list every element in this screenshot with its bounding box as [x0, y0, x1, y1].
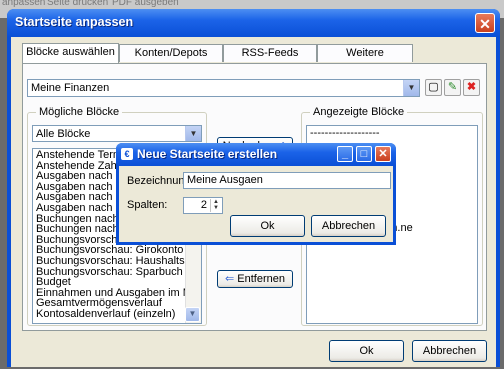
- arrow-left-icon: ⇐: [225, 273, 235, 285]
- start-page-select-value: Meine Finanzen: [31, 82, 110, 94]
- tab-rss-feeds[interactable]: RSS-Feeds verwalten: [223, 44, 317, 76]
- window-titlebar[interactable]: Startseite anpassen ✕: [7, 9, 500, 37]
- list-item[interactable]: Buchungsvorschau: Haushaltsbuch: [33, 256, 201, 267]
- dialog-cancel-button[interactable]: Abbrechen: [311, 215, 386, 237]
- cancel-button[interactable]: Abbrechen: [412, 340, 487, 362]
- new-page-icon[interactable]: ▢: [425, 79, 442, 96]
- window-title: Startseite anpassen: [15, 15, 134, 29]
- tab-assign-accounts[interactable]: Konten/Depots zuweisen: [119, 44, 223, 76]
- remove-button[interactable]: ⇐ Entfernen: [217, 270, 293, 288]
- delete-icon[interactable]: ✖: [463, 79, 480, 96]
- list-item[interactable]: -------------------: [307, 128, 477, 139]
- dialog-ok-button[interactable]: Ok: [230, 215, 305, 237]
- chevron-down-icon[interactable]: ▼: [185, 126, 201, 141]
- start-page-select[interactable]: Meine Finanzen ▼: [27, 79, 420, 97]
- edit-icon[interactable]: ✎: [444, 79, 461, 96]
- minimize-icon[interactable]: _: [337, 146, 353, 162]
- columns-stepper[interactable]: 2 ▲ ▼: [183, 197, 223, 214]
- possible-blocks-label: Mögliche Blöcke: [36, 106, 123, 118]
- background-item: PDF ausgeben: [112, 0, 179, 8]
- chevron-down-icon[interactable]: ▼: [185, 307, 200, 322]
- columns-label: Spalten:: [127, 199, 168, 211]
- columns-value: 2: [200, 199, 207, 211]
- tab-more-settings[interactable]: Weitere Einstellungen: [317, 44, 413, 76]
- name-value: Meine Ausgaen: [187, 174, 263, 186]
- dialog-title: Neue Startseite erstellen: [137, 147, 278, 161]
- chevron-down-icon[interactable]: ▼: [403, 80, 419, 96]
- block-filter-select[interactable]: Alle Blöcke ▼: [32, 125, 202, 142]
- tab-select-blocks[interactable]: Blöcke auswählen: [22, 43, 119, 63]
- close-icon[interactable]: ✕: [475, 13, 495, 33]
- block-filter-value: Alle Blöcke: [36, 128, 91, 140]
- list-item[interactable]: Kontosaldenverlauf (einzeln): [33, 309, 201, 320]
- background-item: Seite drucken: [47, 0, 109, 8]
- stepper-arrows-icon[interactable]: ▲ ▼: [210, 199, 221, 212]
- ok-button[interactable]: Ok: [329, 340, 404, 362]
- app-icon: €: [121, 148, 133, 160]
- close-icon[interactable]: ✕: [375, 146, 391, 162]
- dialog-client: Bezeichnung: Meine Ausgaen Spalten: 2 ▲ ▼…: [119, 166, 393, 242]
- name-field[interactable]: Meine Ausgaen: [183, 172, 391, 189]
- maximize-icon[interactable]: □: [356, 146, 372, 162]
- background-item: anpassen: [2, 0, 46, 8]
- shown-blocks-label: Angezeigte Blöcke: [310, 106, 408, 118]
- dialog-titlebar[interactable]: € Neue Startseite erstellen _ □ ✕: [116, 143, 396, 166]
- new-start-page-dialog: € Neue Startseite erstellen _ □ ✕ Bezeic…: [116, 143, 396, 245]
